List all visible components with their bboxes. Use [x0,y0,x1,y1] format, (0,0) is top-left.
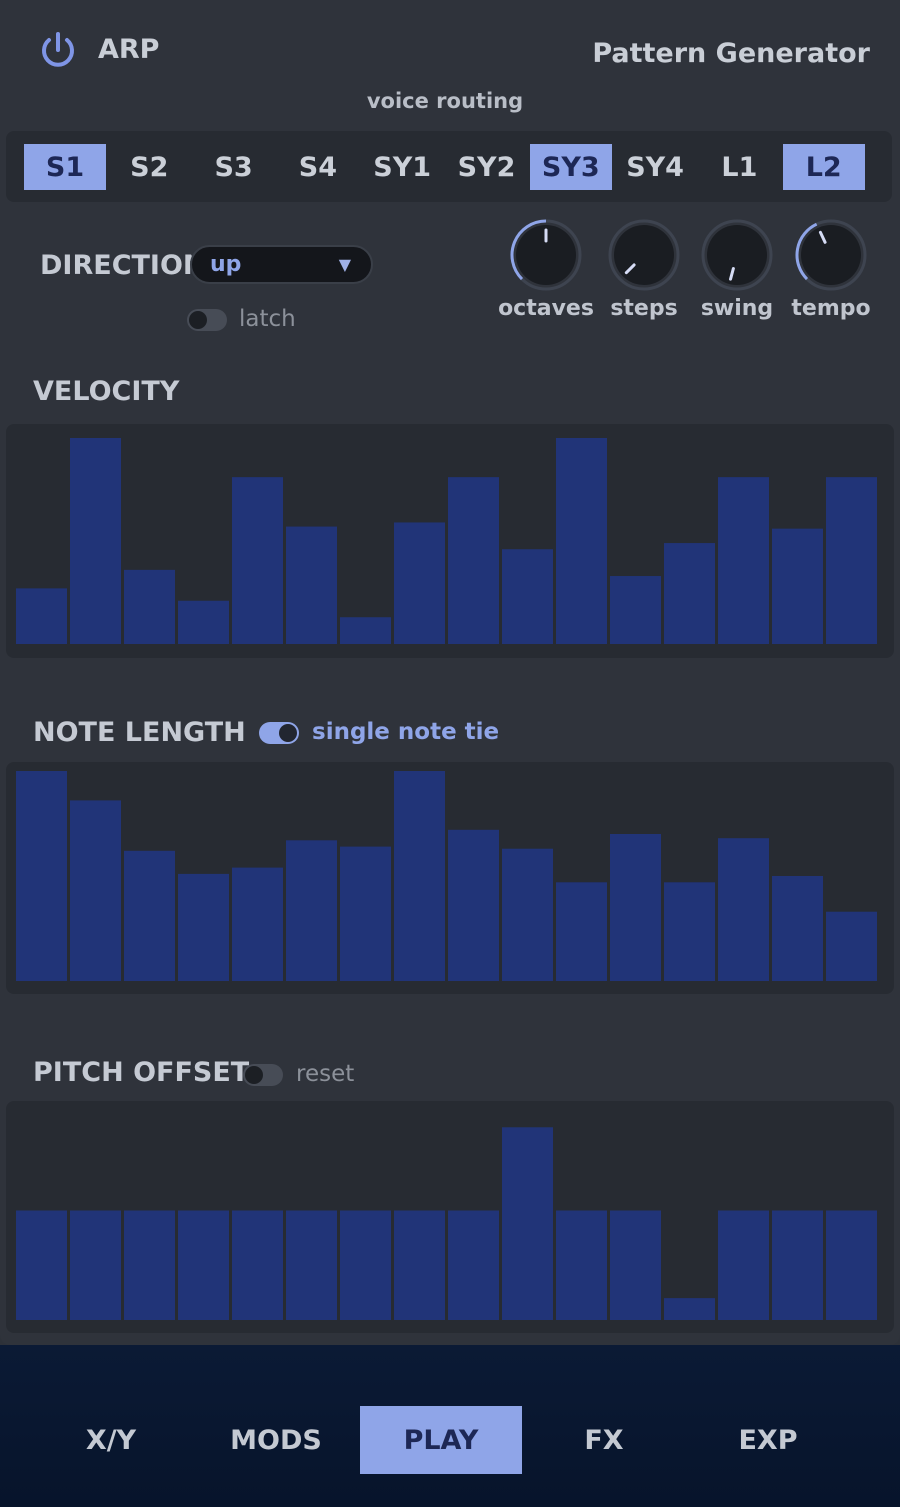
voice-l2-button[interactable]: L2 [782,144,865,190]
velocity-step-bar-12[interactable] [610,576,661,644]
voice-sy3-button[interactable]: SY3 [529,144,612,190]
bottom-nav: X/Y MODS PLAY FX EXP [0,1345,900,1507]
voice-l1-button[interactable]: L1 [698,144,780,190]
pitch-offset-step-bar-9[interactable] [448,1210,499,1321]
toggle-knob [245,1066,263,1084]
velocity-step-bar-7[interactable] [340,617,391,644]
pitch-offset-step-editor[interactable] [6,1101,894,1333]
arp-panel: ARP Pattern Generator voice routing S1 S2… [0,0,900,1345]
velocity-title: VELOCITY [33,376,180,407]
voice-s2-button[interactable]: S2 [108,144,190,190]
voice-routing-strip: S1 S2 S3 S4 SY1 SY2 SY3 SY4 L1 L2 [6,131,892,202]
note-length-step-bar-3[interactable] [124,850,175,981]
voice-s3-button[interactable]: S3 [193,144,275,190]
note-length-title: NOTE LENGTH [33,717,246,748]
velocity-step-bar-11[interactable] [556,438,607,644]
note-length-step-bar-7[interactable] [340,846,391,981]
velocity-step-bar-14[interactable] [718,477,769,644]
tab-fx[interactable]: FX [523,1406,685,1474]
tempo-knob-label: tempo [791,296,871,321]
latch-label: latch [239,306,296,332]
velocity-step-bar-8[interactable] [394,522,445,644]
note-length-step-bar-5[interactable] [232,867,283,981]
arp-label: ARP [98,34,160,65]
note-length-step-bar-14[interactable] [718,838,769,981]
reset-toggle[interactable] [243,1064,283,1086]
single-note-tie-toggle[interactable] [259,722,299,744]
pitch-offset-step-bar-1[interactable] [16,1210,67,1321]
velocity-step-bar-2[interactable] [70,438,121,644]
toggle-knob [279,724,297,742]
velocity-step-bar-6[interactable] [286,526,337,644]
direction-value: up [210,252,242,277]
note-length-step-bar-4[interactable] [178,873,229,981]
note-length-step-bar-8[interactable] [394,771,445,981]
note-length-step-bar-11[interactable] [556,882,607,981]
reset-label: reset [296,1061,355,1087]
pitch-offset-step-bar-7[interactable] [340,1210,391,1321]
chevron-down-icon: ▼ [338,255,351,274]
velocity-step-bar-9[interactable] [448,477,499,644]
octaves-knob-label: octaves [498,296,594,321]
velocity-bars[interactable] [6,424,894,658]
voice-s1-button[interactable]: S1 [24,144,106,190]
tab-play[interactable]: PLAY [360,1406,522,1474]
toggle-knob [189,311,207,329]
pitch-offset-step-bar-13[interactable] [664,1298,715,1320]
note-length-step-bar-10[interactable] [502,848,553,981]
pitch-offset-step-bar-14[interactable] [718,1210,769,1321]
velocity-step-bar-5[interactable] [232,477,283,644]
velocity-step-bar-16[interactable] [826,477,877,644]
tab-exp[interactable]: EXP [687,1406,849,1474]
velocity-step-bar-3[interactable] [124,569,175,644]
tab-mods[interactable]: MODS [195,1406,357,1474]
note-length-step-bar-6[interactable] [286,840,337,981]
note-length-step-bar-13[interactable] [664,882,715,981]
pitch-offset-step-bar-2[interactable] [70,1210,121,1321]
pitch-offset-step-bar-8[interactable] [394,1210,445,1321]
pitch-offset-step-bar-12[interactable] [610,1210,661,1321]
note-length-step-bar-12[interactable] [610,834,661,981]
note-length-step-editor[interactable] [6,762,894,994]
velocity-step-bar-10[interactable] [502,549,553,644]
swing-knob[interactable] [700,218,774,292]
velocity-step-bar-1[interactable] [16,588,67,644]
pitch-offset-step-bar-15[interactable] [772,1210,823,1321]
latch-toggle[interactable] [187,309,227,331]
tempo-knob[interactable] [794,218,868,292]
pitch-offset-step-bar-6[interactable] [286,1210,337,1321]
note-length-step-bar-16[interactable] [826,911,877,981]
note-length-step-bar-1[interactable] [16,771,67,981]
pattern-generator-title: Pattern Generator [592,38,870,69]
steps-knob[interactable] [607,218,681,292]
note-length-step-bar-2[interactable] [70,800,121,981]
velocity-step-bar-13[interactable] [664,543,715,644]
velocity-step-editor[interactable] [6,424,894,658]
velocity-step-bar-15[interactable] [772,528,823,644]
pitch-offset-step-bar-16[interactable] [826,1210,877,1321]
voice-sy1-button[interactable]: SY1 [361,144,443,190]
voice-sy2-button[interactable]: SY2 [446,144,528,190]
direction-select[interactable]: up ▼ [190,245,373,284]
voice-sy4-button[interactable]: SY4 [614,144,696,190]
power-icon[interactable] [36,28,80,72]
note-length-step-bar-15[interactable] [772,876,823,981]
pitch-offset-step-bar-11[interactable] [556,1210,607,1321]
note-length-bars[interactable] [6,762,894,994]
direction-label: DIRECTION [40,250,206,281]
octaves-knob[interactable] [509,218,583,292]
pitch-offset-step-bar-10[interactable] [502,1127,553,1320]
pitch-offset-step-bar-5[interactable] [232,1210,283,1321]
pitch-offset-title: PITCH OFFSET [33,1057,250,1088]
tab-xy[interactable]: X/Y [30,1406,192,1474]
velocity-step-bar-4[interactable] [178,600,229,644]
voice-routing-caption: voice routing [366,89,524,113]
pitch-offset-bars[interactable] [6,1101,894,1333]
single-note-tie-label: single note tie [312,719,500,745]
note-length-step-bar-9[interactable] [448,829,499,981]
pitch-offset-step-bar-4[interactable] [178,1210,229,1321]
pitch-offset-step-bar-3[interactable] [124,1210,175,1321]
voice-s4-button[interactable]: S4 [277,144,359,190]
